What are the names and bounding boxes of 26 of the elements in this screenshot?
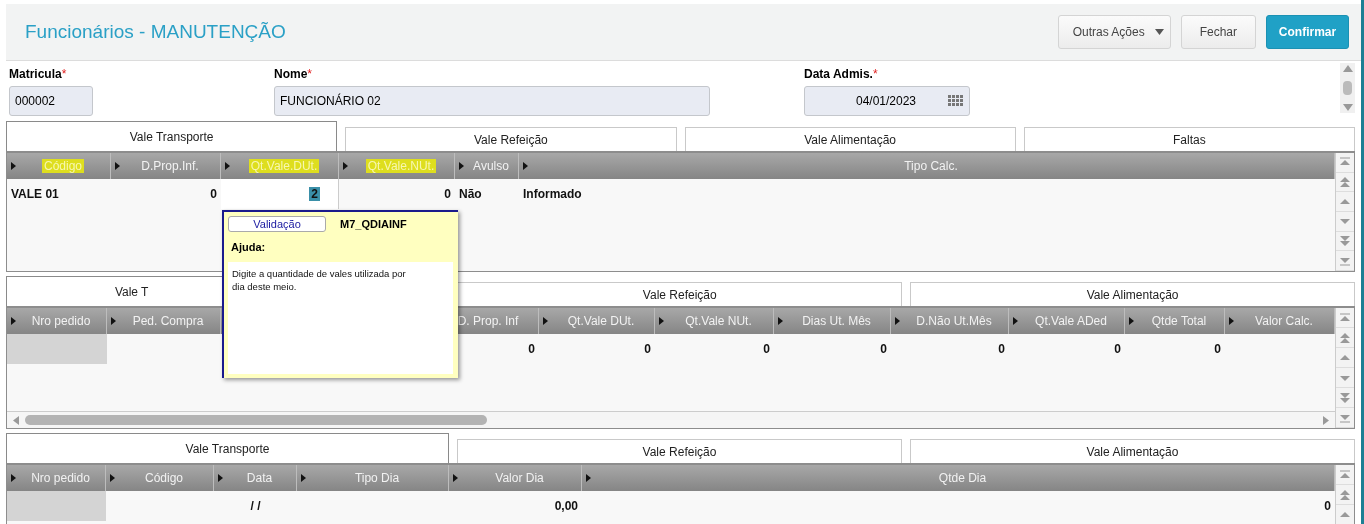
table-cell: 2 bbox=[309, 187, 320, 201]
table-cell: 0 bbox=[644, 342, 651, 356]
table-cell: 0,00 bbox=[554, 499, 578, 513]
table-cell: Informado bbox=[523, 187, 582, 201]
table-cell: 0 bbox=[880, 342, 887, 356]
field-code: M7_QDIAINF bbox=[340, 218, 407, 230]
help-heading: Ajuda: bbox=[231, 241, 267, 253]
table-cell: / / bbox=[250, 499, 261, 513]
required-marker: * bbox=[872, 67, 878, 81]
required-marker: * bbox=[307, 67, 312, 81]
field-label: Nome bbox=[274, 67, 308, 81]
table-cell: 0 bbox=[210, 187, 217, 201]
page-title: Funcionários - MANUTENÇÃO bbox=[25, 21, 286, 43]
table-cell: VALE 01 bbox=[11, 187, 59, 201]
table-cell: 0 bbox=[998, 342, 1005, 356]
field-label: Data Admis. bbox=[804, 67, 873, 81]
table-cell: 0 bbox=[444, 187, 451, 201]
help-text: Digite a quantidade de vales utilizada por dia deste meio. bbox=[232, 267, 407, 293]
table-cell: 0 bbox=[1324, 499, 1331, 513]
table-cell: 0 bbox=[763, 342, 770, 356]
field-label: Matricula bbox=[9, 67, 62, 81]
table-cell: Não bbox=[459, 187, 482, 201]
table-cell: 0 bbox=[1214, 342, 1221, 356]
table-cell: 0 bbox=[528, 342, 535, 356]
required-marker: * bbox=[61, 67, 67, 81]
table-cell: 0 bbox=[1114, 342, 1121, 356]
